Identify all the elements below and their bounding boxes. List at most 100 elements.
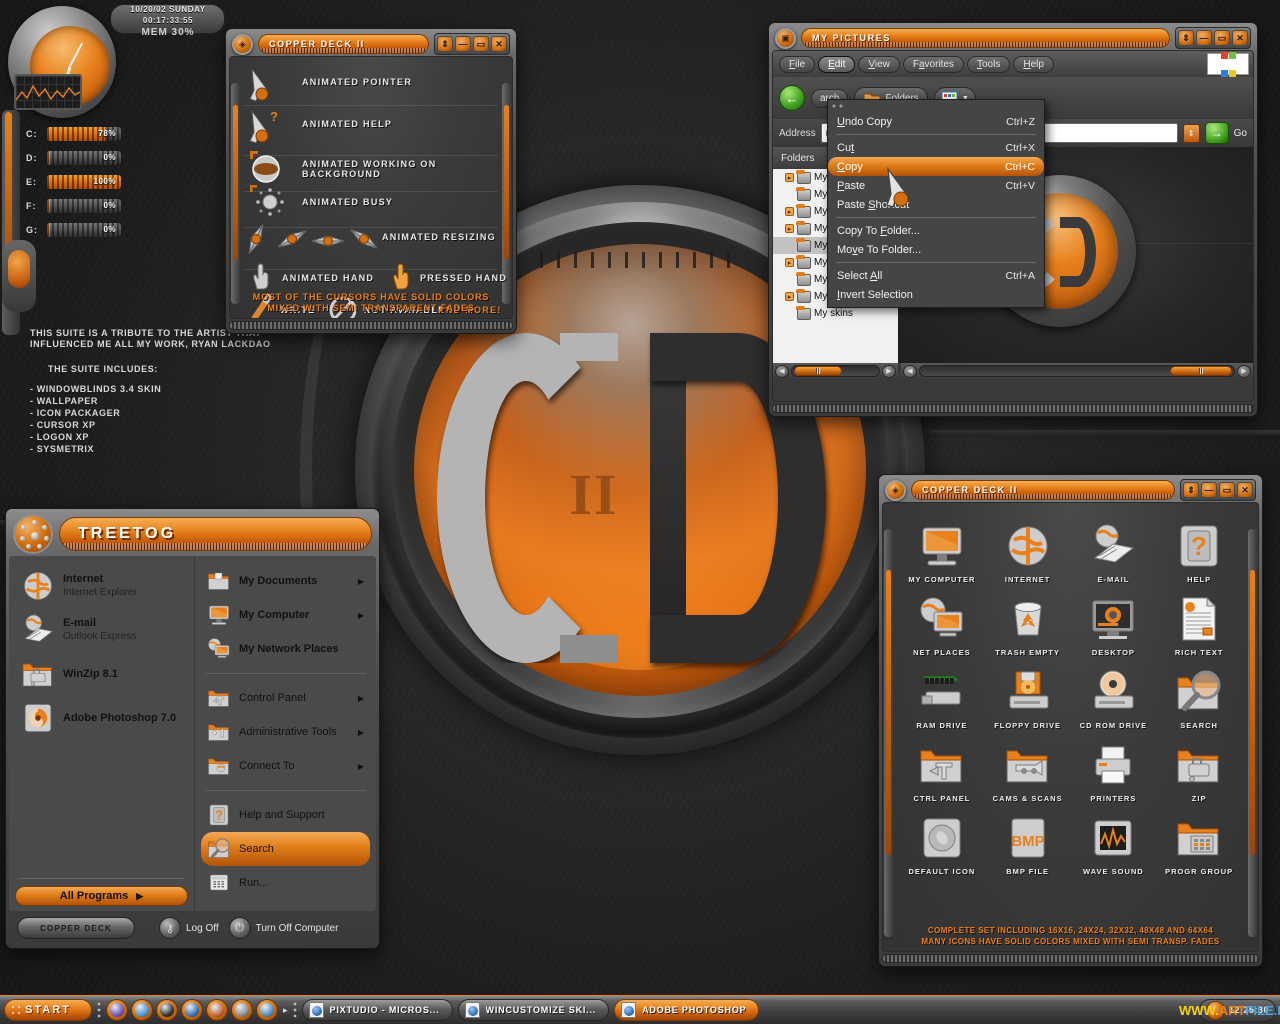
icon-cell[interactable]: DESKTOP (1071, 590, 1157, 657)
window-controls[interactable]: ⇕ — ▭ ✕ (434, 33, 510, 55)
start-menu-right-pane[interactable]: My Documents▶ My Computer▶ My Network Pl… (195, 556, 376, 911)
system-tray[interactable]: 12:25:30 WWW.ARTFILE.RU (1199, 999, 1276, 1022)
start-menu-item[interactable]: Search (201, 832, 370, 866)
start-menu-item[interactable]: Administrative Tools▶ (201, 715, 370, 749)
menu-help[interactable]: Help (1013, 56, 1054, 73)
maximize-button[interactable]: ▭ (1219, 482, 1235, 498)
edit-dropdown-menu[interactable]: Undo CopyCtrl+ZCutCtrl+XCopyCtrl+CPasteC… (827, 99, 1045, 308)
edit-menu-items[interactable]: Undo CopyCtrl+ZCutCtrl+XCopyCtrl+CPasteC… (828, 112, 1044, 304)
rollup-button[interactable]: ⇕ (1183, 482, 1199, 498)
start-menu-item[interactable]: My Documents▶ (201, 564, 370, 598)
tree-expand-icon[interactable]: ▸ (785, 224, 794, 233)
tree-expand-icon[interactable]: ▸ (785, 258, 794, 267)
edit-menu-item[interactable]: Copy To Folder... (828, 221, 1044, 240)
close-button[interactable]: ✕ (491, 36, 507, 52)
icon-cell[interactable]: NET PLACES (899, 590, 985, 657)
menu-items[interactable]: FileEditViewFavoritesToolsHelp (779, 56, 1054, 73)
start-menu-item[interactable]: Connect To▶ (201, 749, 370, 783)
quick-launch-icon[interactable] (156, 999, 178, 1021)
scroll-track[interactable] (791, 365, 880, 377)
edit-menu-item[interactable]: Select AllCtrl+A (828, 266, 1044, 285)
scroll-left-arrow[interactable]: ◀ (775, 365, 789, 378)
window-menu-icon[interactable]: ◈ (885, 480, 906, 501)
start-menu-item[interactable]: My Computer▶ (201, 598, 370, 632)
menu-file[interactable]: File (779, 56, 815, 73)
quick-launch-icon[interactable] (131, 999, 153, 1021)
start-menu-item[interactable]: ?Help and Support (201, 798, 370, 832)
pinned-program-item[interactable]: InternetInternet Explorer (15, 564, 188, 608)
maximize-button[interactable]: ▭ (473, 36, 489, 52)
scroll-left-arrow[interactable]: ◀ (903, 365, 917, 378)
titlebar[interactable]: ▣ MY PICTURES ⇕ — ▭ ✕ (772, 26, 1254, 50)
task-buttons[interactable]: PIXTUDIO - MICROS...WINCUSTOMIZE SKI...A… (302, 999, 760, 1021)
icon-cell[interactable]: SEARCH (1156, 663, 1242, 730)
icon-cell[interactable]: DEFAULT ICON (899, 809, 985, 876)
icon-cell[interactable]: CD ROM DRIVE (1071, 663, 1157, 730)
menu-tools[interactable]: Tools (967, 56, 1010, 73)
icon-cell[interactable]: PRINTERS (1071, 736, 1157, 803)
icon-cell[interactable]: FLOPPY DRIVE (985, 663, 1071, 730)
rollup-button[interactable]: ⇕ (1178, 30, 1194, 46)
icon-gallery-window[interactable]: ◈ COPPER DECK II ⇕ — ▭ ✕ MY COMPUTER INT… (878, 474, 1263, 967)
tree-horizontal-scrollbar[interactable]: ◀ ▶ (773, 363, 898, 379)
start-menu-item[interactable]: My Network Places (201, 632, 370, 666)
cursor-showcase-window[interactable]: ◈ COPPER DECK II ⇕ — ▭ ✕ (225, 28, 517, 334)
window-menu-icon[interactable]: ◈ (232, 34, 253, 55)
system-places-list[interactable]: My Documents▶ My Computer▶ My Network Pl… (201, 564, 370, 900)
icon-cell[interactable]: ?HELP (1156, 517, 1242, 584)
close-button[interactable]: ✕ (1237, 482, 1253, 498)
edit-menu-item[interactable]: Invert Selection (828, 285, 1044, 304)
pinned-program-item[interactable]: E-mailOutlook Express (15, 608, 188, 652)
turn-off-button[interactable]: ⏻ Turn Off Computer (229, 917, 339, 939)
icon-cell[interactable]: E-MAIL (1071, 517, 1157, 584)
my-pictures-explorer-window[interactable]: ▣ MY PICTURES ⇕ — ▭ ✕ FileEditViewFavori… (768, 22, 1258, 417)
scroll-thumb[interactable] (1170, 366, 1232, 376)
edit-menu-item[interactable]: Undo CopyCtrl+Z (828, 112, 1044, 131)
start-menu-left-pane[interactable]: InternetInternet Explorer E-mailOutlook … (9, 556, 195, 911)
menu-view[interactable]: View (858, 56, 900, 73)
edit-menu-item[interactable]: PasteCtrl+V (828, 176, 1044, 195)
window-controls[interactable]: ⇕ — ▭ ✕ (1180, 479, 1256, 501)
start-menu-item[interactable]: Control Panel▶ (201, 681, 370, 715)
close-button[interactable]: ✕ (1232, 30, 1248, 46)
address-dropdown-icon[interactable]: ⇕ (1183, 124, 1200, 143)
minimize-button[interactable]: — (1196, 30, 1212, 46)
icon-cell[interactable]: WAVE SOUND (1071, 809, 1157, 876)
rollup-button[interactable]: ⇕ (437, 36, 453, 52)
taskbar-button[interactable]: ADOBE PHOTOSHOP (614, 999, 759, 1021)
quick-launch-icon[interactable] (256, 999, 278, 1021)
edit-menu-item[interactable]: Paste Shortcut (828, 195, 1044, 214)
back-button[interactable]: ← (779, 85, 805, 111)
start-menu[interactable]: TREETOG InternetInternet Explorer E-mail… (5, 508, 380, 949)
edit-menu-item[interactable]: CutCtrl+X (828, 138, 1044, 157)
tray-clock[interactable]: 12:25:30 (1229, 1005, 1269, 1015)
icon-cell[interactable]: INTERNET (985, 517, 1071, 584)
quick-launch-icon[interactable] (106, 999, 128, 1021)
all-programs-button[interactable]: All Programs ▶ (15, 886, 188, 906)
edit-menu-item[interactable]: Move To Folder... (828, 240, 1044, 259)
scroll-track[interactable] (919, 365, 1235, 377)
icon-cell[interactable]: TRASH EMPTY (985, 590, 1071, 657)
minimize-button[interactable]: — (1201, 482, 1217, 498)
quick-launch-overflow-icon[interactable]: ▸ (283, 1005, 288, 1016)
icon-cell[interactable]: RAM DRIVE (899, 663, 985, 730)
titlebar[interactable]: ◈ COPPER DECK II ⇕ — ▭ ✕ (229, 32, 513, 56)
icon-cell[interactable]: CAMS & SCANS (985, 736, 1071, 803)
icon-cell[interactable]: RICH TEXT (1156, 590, 1242, 657)
scroll-right-arrow[interactable]: ▶ (882, 365, 896, 378)
content-horizontal-scrollbar[interactable]: ◀ ▶ (901, 363, 1253, 379)
menu-edit[interactable]: Edit (818, 56, 855, 73)
icon-grid[interactable]: MY COMPUTER INTERNET E-MAIL ?HELP NET PL… (899, 517, 1242, 876)
taskbar-button[interactable]: PIXTUDIO - MICROS... (302, 999, 453, 1021)
quick-launch-icon[interactable] (181, 999, 203, 1021)
menu-favorites[interactable]: Favorites (903, 56, 964, 73)
user-avatar[interactable] (13, 514, 53, 554)
maximize-button[interactable]: ▭ (1214, 30, 1230, 46)
pinned-program-item[interactable]: WinZip 8.1 (15, 652, 188, 696)
window-controls[interactable]: ⇕ — ▭ ✕ (1175, 27, 1251, 49)
start-button[interactable]: START (4, 999, 92, 1021)
icon-cell[interactable]: ZIP (1156, 736, 1242, 803)
icon-cell[interactable]: PROGR GROUP (1156, 809, 1242, 876)
tray-icon[interactable] (1206, 1001, 1225, 1020)
icon-cell[interactable]: CTRL PANEL (899, 736, 985, 803)
